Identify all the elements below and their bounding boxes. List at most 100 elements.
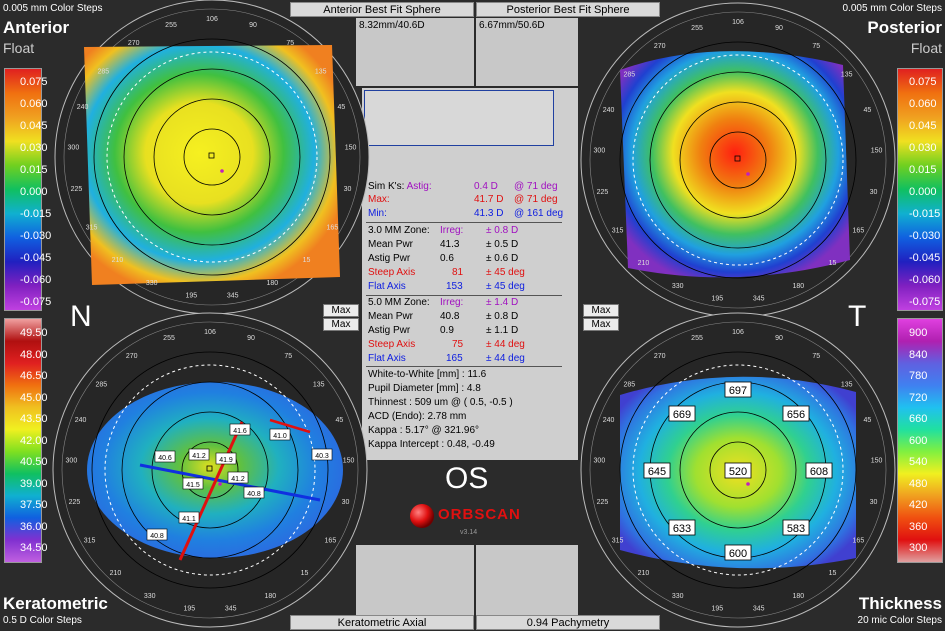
compass-degree-label: 330 [672, 593, 684, 600]
kerato-value: 41.6 [233, 428, 247, 435]
kerato-value: 41.2 [192, 453, 206, 460]
pachymetry-value: 608 [810, 466, 828, 478]
compass-degree-label: 345 [753, 295, 765, 302]
compass-degree-label: 90 [775, 335, 783, 342]
kerato-color-region [87, 382, 343, 558]
compass-degree-label: 45 [863, 417, 871, 424]
compass-degree-label: 240 [75, 417, 87, 424]
pachymetry-value: 645 [648, 466, 666, 478]
compass-degree-label: 285 [95, 381, 107, 388]
compass-degree-label: 30 [342, 499, 350, 506]
compass-degree-label: 330 [144, 593, 156, 600]
compass-degree-label: 180 [266, 280, 278, 287]
kerato-value: 40.8 [247, 491, 261, 498]
apex-marker [220, 169, 224, 173]
compass-degree-label: 240 [603, 107, 615, 114]
compass-degree-label: 210 [638, 260, 650, 267]
kerato-value: 40.6 [158, 455, 172, 462]
compass-degree-label: 75 [284, 353, 292, 360]
pachymetry-value: 583 [787, 523, 805, 535]
compass-degree-label: 270 [654, 43, 666, 50]
compass-degree-label: 315 [612, 538, 624, 545]
compass-degree-label: 30 [870, 189, 878, 196]
float-color-region [84, 45, 340, 285]
apex-marker [746, 482, 750, 486]
topography-maps: 106 90 75 135 45 150 30 165 15 180 345 195 330 210 315… [52, 0, 896, 628]
compass-degree-label: 300 [594, 458, 606, 465]
kerato-value: 41.5 [186, 482, 200, 489]
compass-degree-label: 75 [286, 40, 294, 47]
compass-degree-label: 180 [792, 283, 804, 290]
compass-degree-label: 15 [301, 570, 309, 577]
compass-degree-label: 195 [711, 605, 723, 612]
compass-degree-label: 106 [732, 329, 744, 336]
compass-degree-label: 270 [126, 353, 138, 360]
compass-degree-label: 45 [337, 104, 345, 111]
compass-degree-label: 285 [623, 71, 635, 78]
compass-degree-label: 255 [165, 22, 177, 29]
compass-degree-label: 285 [97, 68, 109, 75]
compass-degree-label: 195 [185, 292, 197, 299]
anterior-float-map: 106 90 75 135 45 150 30 165 15 180 345 195 330 210 315… [54, 0, 370, 315]
pachymetry-value: 697 [729, 385, 747, 397]
compass-degree-label: 255 [163, 335, 175, 342]
compass-degree-label: 90 [775, 25, 783, 32]
thickness-map: 106 90 75 135 45 150 30 165 15 180 345 195 330 210 315… [580, 312, 896, 628]
compass-degree-label: 150 [343, 458, 355, 465]
compass-degree-label: 135 [841, 381, 853, 388]
pachymetry-value: 656 [787, 409, 805, 421]
compass-degree-label: 90 [247, 335, 255, 342]
compass-degree-label: 45 [863, 107, 871, 114]
compass-degree-label: 300 [66, 458, 78, 465]
compass-degree-label: 255 [691, 335, 703, 342]
compass-degree-label: 165 [327, 225, 339, 232]
compass-degree-label: 330 [672, 283, 684, 290]
compass-degree-label: 75 [812, 43, 820, 50]
apex-marker [746, 172, 750, 176]
compass-degree-label: 210 [110, 570, 122, 577]
compass-degree-label: 150 [345, 145, 357, 152]
compass-degree-label: 300 [594, 148, 606, 155]
compass-degree-label: 165 [325, 538, 337, 545]
compass-degree-label: 225 [597, 189, 609, 196]
compass-degree-label: 225 [69, 499, 81, 506]
kerato-value: 40.8 [150, 533, 164, 540]
compass-degree-label: 30 [870, 499, 878, 506]
compass-degree-label: 180 [792, 593, 804, 600]
kerato-value: 41.9 [219, 457, 233, 464]
compass-degree-label: 90 [249, 22, 257, 29]
kerato-value: 41.1 [182, 516, 196, 523]
compass-degree-label: 315 [86, 225, 98, 232]
compass-degree-label: 180 [264, 593, 276, 600]
pachymetry-value: 669 [673, 409, 691, 421]
compass-degree-label: 210 [112, 257, 124, 264]
compass-degree-label: 315 [84, 538, 96, 545]
compass-degree-label: 150 [871, 148, 883, 155]
compass-degree-label: 106 [204, 329, 216, 336]
compass-degree-label: 165 [853, 538, 865, 545]
compass-degree-label: 30 [344, 186, 352, 193]
compass-degree-label: 345 [753, 605, 765, 612]
compass-degree-label: 45 [335, 417, 343, 424]
compass-degree-label: 106 [206, 16, 218, 23]
compass-degree-label: 135 [313, 381, 325, 388]
compass-degree-label: 75 [812, 353, 820, 360]
compass-degree-label: 315 [612, 228, 624, 235]
kerato-value: 41.0 [273, 433, 287, 440]
compass-degree-label: 195 [183, 605, 195, 612]
pachymetry-value: 520 [729, 466, 747, 478]
pachymetry-value: 600 [729, 548, 747, 560]
compass-degree-label: 270 [128, 40, 140, 47]
compass-degree-label: 15 [829, 570, 837, 577]
compass-degree-label: 240 [77, 104, 89, 111]
posterior-float-map: 106 90 75 135 45 150 30 165 15 180 345 195 330 210 315… [580, 2, 896, 318]
apex-marker [218, 482, 222, 486]
compass-degree-label: 270 [654, 353, 666, 360]
compass-degree-label: 106 [732, 19, 744, 26]
compass-degree-label: 135 [315, 68, 327, 75]
compass-degree-label: 195 [711, 295, 723, 302]
compass-degree-label: 330 [146, 280, 158, 287]
compass-degree-label: 150 [871, 458, 883, 465]
compass-degree-label: 210 [638, 570, 650, 577]
compass-degree-label: 15 [829, 260, 837, 267]
